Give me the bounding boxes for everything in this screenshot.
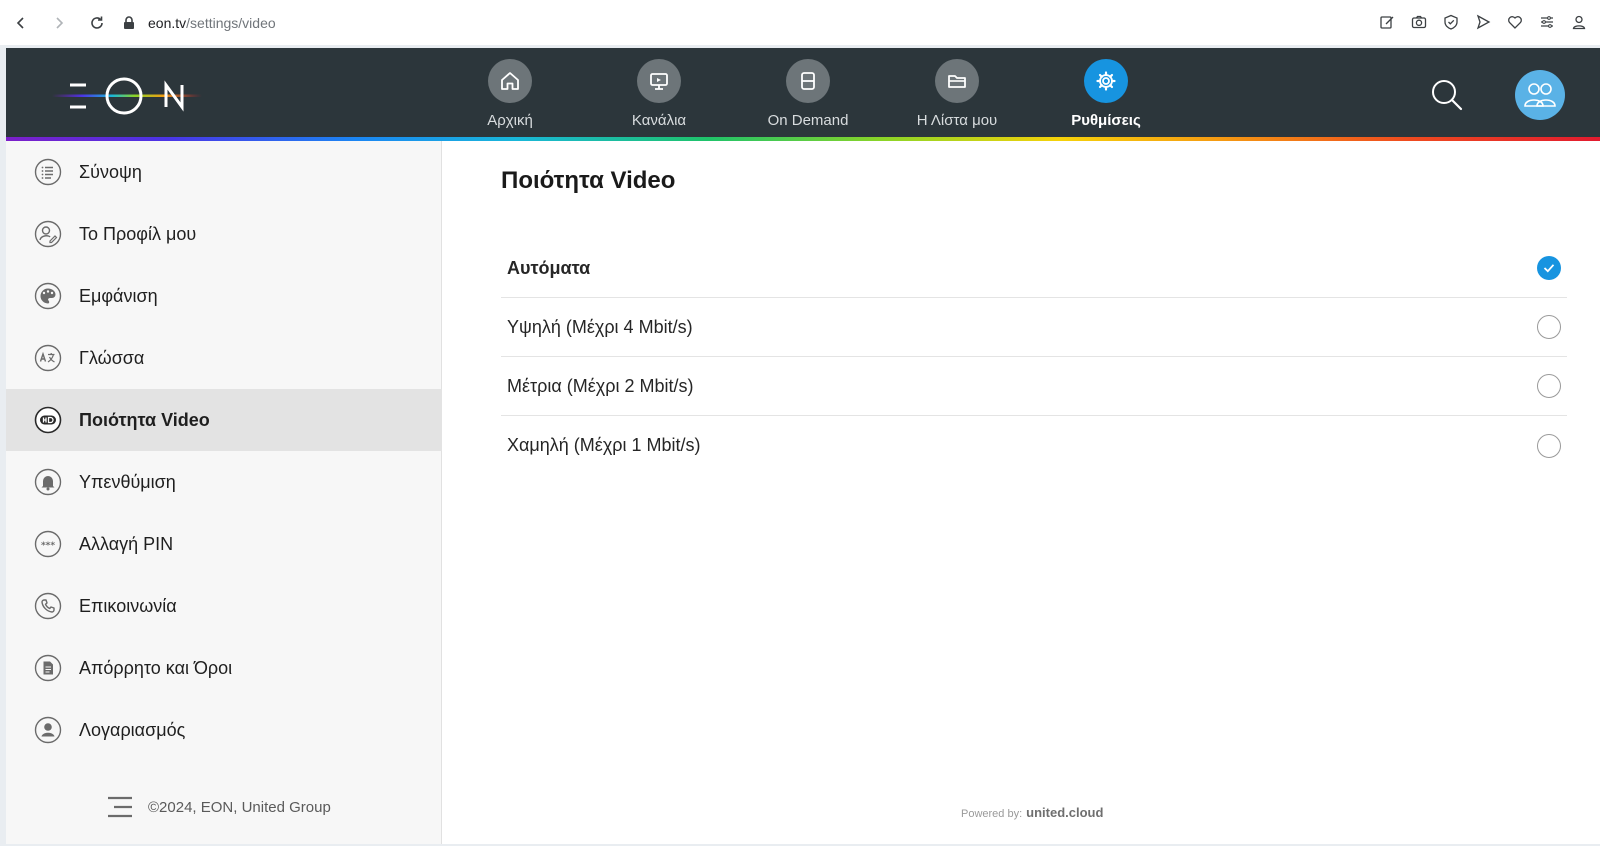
sidebar-item-label: Το Προφίλ μου <box>79 223 197 244</box>
document-icon <box>34 654 62 682</box>
sidebar-item-change-pin[interactable]: *** Αλλαγή PIN <box>6 513 442 575</box>
sidebar-item-reminder[interactable]: Υπενθύμιση <box>6 451 442 513</box>
option-high[interactable]: Υψηλή (Μέχρι 4 Mbit/s) <box>501 298 1567 357</box>
eon-app: Αρχική Κανάλια On Demand Η Λίστα μου Ρυθ… <box>6 48 1600 844</box>
search-icon[interactable] <box>1430 78 1464 112</box>
user-icon[interactable] <box>1570 8 1588 36</box>
list-icon <box>34 158 62 186</box>
nav-label: Κανάλια <box>631 112 687 129</box>
back-button[interactable] <box>4 6 38 40</box>
users-group-icon <box>1524 83 1556 107</box>
main-navigation: Αρχική Κανάλια On Demand Η Λίστα μου Ρυθ… <box>6 48 1600 137</box>
shield-icon[interactable] <box>1442 8 1460 36</box>
nav-item-my-list[interactable]: Η Λίστα μου <box>897 59 1017 129</box>
option-label: Χαμηλή (Μέχρι 1 Mbit/s) <box>507 435 701 455</box>
sidebar-item-privacy-terms[interactable]: Απόρρητο και Όροι <box>6 637 442 699</box>
option-low[interactable]: Χαμηλή (Μέχρι 1 Mbit/s) <box>501 416 1567 475</box>
folder-icon <box>935 59 979 103</box>
nav-item-on-demand[interactable]: On Demand <box>748 59 868 129</box>
sidebar-item-label: Λογαριασμός <box>79 719 186 740</box>
nav-label: Αρχική <box>487 112 533 129</box>
sliders-icon[interactable] <box>1538 8 1556 36</box>
bell-icon <box>34 468 62 496</box>
reload-icon <box>91 16 103 29</box>
option-label: Μέτρια (Μέχρι 2 Mbit/s) <box>507 375 694 396</box>
reload-button[interactable] <box>80 6 114 40</box>
sidebar-item-language[interactable]: Γλώσσα <box>6 327 442 389</box>
top-bar: Αρχική Κανάλια On Demand Η Λίστα μου Ρυθ… <box>6 48 1600 140</box>
sidebar-item-label: Εμφάνιση <box>79 285 158 306</box>
sidebar-item-label: Επικοινωνία <box>79 595 177 616</box>
sidebar-item-label: Ποιότητα Video <box>79 409 210 430</box>
nav-label: On Demand <box>767 112 849 129</box>
settings-sidebar: Σύνοψη Το Προφίλ μου Εμφάνιση Γλώσσα Ποι… <box>6 141 442 844</box>
address-bar[interactable]: eon.tv/settings/video <box>122 8 276 38</box>
radio-unchecked[interactable] <box>1537 433 1561 458</box>
radio-checked[interactable] <box>1537 256 1561 280</box>
hd-icon <box>34 406 62 434</box>
profile-edit-icon <box>34 220 62 248</box>
browser-extension-icons <box>1378 8 1588 36</box>
nav-item-home[interactable]: Αρχική <box>450 59 570 129</box>
pin-icon: *** <box>34 530 62 558</box>
nav-label: Ρυθμίσεις <box>1071 112 1141 129</box>
sidebar-item-label: Υπενθύμιση <box>79 471 176 492</box>
film-icon <box>786 59 830 103</box>
edit-icon[interactable] <box>1378 8 1396 36</box>
heart-icon[interactable] <box>1506 8 1524 36</box>
sidebar-item-overview[interactable]: Σύνοψη <box>6 141 442 203</box>
nav-item-channels[interactable]: Κανάλια <box>599 59 719 129</box>
powered-by: Powered by: united.cloud <box>961 805 1103 820</box>
settings-content: Ποιότητα Video Αυτόματα Υψηλή (Μέχρι 4 M… <box>443 141 1600 844</box>
channels-icon <box>637 59 681 103</box>
url-host: eon.tv <box>148 14 187 31</box>
language-icon <box>34 344 62 372</box>
svg-text:***: *** <box>41 541 55 551</box>
phone-icon <box>34 592 62 620</box>
sidebar-item-label: Αλλαγή PIN <box>79 533 174 554</box>
camera-icon[interactable] <box>1410 8 1428 36</box>
option-label: Αυτόματα <box>507 257 591 278</box>
lock-icon <box>124 15 134 29</box>
option-medium[interactable]: Μέτρια (Μέχρι 2 Mbit/s) <box>501 357 1567 416</box>
sidebar-item-appearance[interactable]: Εμφάνιση <box>6 265 442 327</box>
send-icon[interactable] <box>1474 8 1492 36</box>
powered-by-brand: united.cloud <box>1026 805 1104 820</box>
account-icon <box>34 716 62 744</box>
gear-icon <box>1084 59 1128 103</box>
sidebar-item-label: Σύνοψη <box>79 161 142 182</box>
radio-unchecked[interactable] <box>1537 374 1561 398</box>
forward-arrow-icon <box>56 16 64 29</box>
united-group-logo-icon <box>108 796 132 818</box>
radio-unchecked[interactable] <box>1537 315 1561 339</box>
nav-label: Η Λίστα μου <box>916 112 998 129</box>
page-title: Ποιότητα Video <box>501 167 676 194</box>
option-auto[interactable]: Αυτόματα <box>501 239 1567 298</box>
powered-by-prefix: Powered by: <box>961 808 1023 820</box>
sidebar-item-label: Γλώσσα <box>79 347 145 368</box>
browser-toolbar: eon.tv/settings/video <box>0 0 1600 45</box>
back-arrow-icon <box>16 16 24 29</box>
forward-button[interactable] <box>42 6 76 40</box>
sidebar-footer: ©2024, EON, United Group <box>106 795 331 819</box>
sidebar-item-contact[interactable]: Επικοινωνία <box>6 575 442 637</box>
checkmark-icon <box>1543 264 1555 273</box>
sidebar-item-account[interactable]: Λογαριασμός <box>6 699 442 761</box>
copyright-text: ©2024, EON, United Group <box>148 798 331 816</box>
sidebar-item-profile[interactable]: Το Προφίλ μου <box>6 203 442 265</box>
home-icon <box>488 59 532 103</box>
nav-item-settings[interactable]: Ρυθμίσεις <box>1046 59 1166 129</box>
url-path: /settings/video <box>186 14 276 31</box>
profile-avatar[interactable] <box>1515 70 1565 120</box>
sidebar-item-label: Απόρρητο και Όροι <box>79 657 233 678</box>
video-quality-options: Αυτόματα Υψηλή (Μέχρι 4 Mbit/s) Μέτρια (… <box>501 239 1567 475</box>
palette-icon <box>34 282 62 310</box>
option-label: Υψηλή (Μέχρι 4 Mbit/s) <box>507 316 693 337</box>
sidebar-item-video-quality[interactable]: Ποιότητα Video <box>6 389 442 451</box>
